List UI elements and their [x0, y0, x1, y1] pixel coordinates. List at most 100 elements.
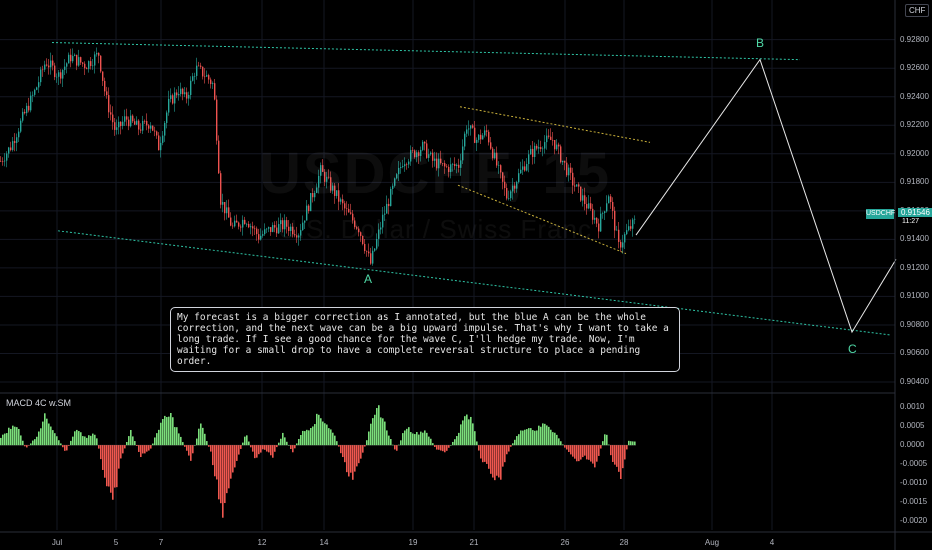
- macd-indicator-label[interactable]: MACD 4C w.SM: [6, 398, 71, 408]
- macd-bar: [158, 429, 160, 446]
- macd-bar: [274, 445, 276, 452]
- macd-bar: [572, 445, 574, 457]
- candle-body: [190, 80, 192, 95]
- candle-body: [204, 76, 206, 78]
- macd-bar: [584, 445, 586, 456]
- macd-bar: [46, 418, 48, 446]
- forecast-note[interactable]: My forecast is a bigger correction as I …: [170, 307, 680, 372]
- macd-bar: [270, 445, 272, 456]
- candle-body: [84, 63, 86, 69]
- macd-bar: [130, 429, 132, 446]
- macd-bar: [520, 430, 522, 446]
- candle-body: [578, 184, 580, 187]
- candle-body: [574, 185, 576, 187]
- candle-body: [564, 160, 566, 163]
- macd-bar: [580, 445, 582, 460]
- candle-body: [268, 227, 270, 229]
- macd-bar: [368, 431, 370, 446]
- macd-bar: [350, 445, 352, 473]
- candle-body: [24, 111, 26, 114]
- candle-body: [376, 239, 378, 249]
- macd-bar: [556, 434, 558, 446]
- candle-body: [240, 226, 242, 228]
- candle-body: [600, 213, 602, 232]
- candle-body: [546, 135, 548, 143]
- macd-bar: [82, 436, 84, 446]
- candle-body: [524, 166, 526, 171]
- macd-bar: [212, 445, 214, 466]
- macd-bar: [380, 417, 382, 446]
- currency-label[interactable]: CHF: [905, 4, 930, 17]
- macd-bar: [50, 426, 52, 446]
- macd-bar: [568, 445, 570, 452]
- macd-bar: [176, 427, 178, 446]
- macd-bar: [492, 445, 494, 478]
- wave-label-b: B: [756, 35, 765, 50]
- candle-body: [166, 112, 168, 123]
- candle-body: [528, 154, 530, 165]
- macd-bar: [54, 433, 56, 446]
- candle-body: [338, 190, 340, 202]
- candle-body: [540, 147, 542, 149]
- macd-bar: [52, 430, 54, 446]
- candle-body: [550, 136, 552, 140]
- macd-bar: [38, 431, 40, 446]
- candle-body: [202, 66, 204, 77]
- price-tick: 0.91000: [900, 291, 929, 301]
- candle-body: [378, 229, 380, 240]
- candle-body: [310, 193, 312, 212]
- candle-body: [542, 148, 544, 150]
- macd-bar: [530, 428, 532, 446]
- macd-bar: [254, 445, 256, 459]
- candle-body: [570, 167, 572, 173]
- candle-body: [282, 220, 284, 230]
- candle-body: [392, 185, 394, 189]
- candle-body: [96, 52, 98, 55]
- macd-bar: [472, 423, 474, 446]
- macd-bar: [186, 445, 188, 451]
- macd-bar: [618, 445, 620, 472]
- macd-bar: [512, 443, 514, 446]
- candle-body: [506, 187, 508, 199]
- macd-bar: [620, 445, 622, 479]
- macd-bar: [190, 445, 192, 461]
- current-price-label: 0.91546: [898, 208, 932, 217]
- candle-body: [188, 94, 190, 99]
- candle-body: [452, 164, 454, 165]
- macd-bar: [320, 418, 322, 446]
- candle-body: [34, 89, 36, 95]
- macd-bar: [180, 436, 182, 446]
- macd-bar: [506, 445, 508, 455]
- candle-body: [102, 71, 104, 81]
- candle-body: [382, 214, 384, 228]
- candle-body: [92, 65, 94, 67]
- macd-tick: -0.0005: [900, 459, 928, 468]
- macd-bar: [524, 429, 526, 446]
- price-tick: 0.92200: [900, 120, 929, 130]
- candle-body: [32, 94, 34, 96]
- macd-bar: [302, 430, 304, 446]
- macd-bar: [230, 445, 232, 479]
- macd-bar: [148, 445, 150, 451]
- candle-body: [480, 134, 482, 140]
- candle-body: [224, 201, 226, 214]
- candle-body: [330, 177, 332, 191]
- macd-bar: [316, 413, 318, 446]
- candle-body: [492, 148, 494, 159]
- macd-bar: [192, 445, 194, 454]
- candle-body: [616, 229, 618, 231]
- candle-body: [312, 193, 314, 198]
- candle-body: [78, 57, 80, 66]
- candle-body: [556, 144, 558, 150]
- candle-body: [548, 135, 550, 137]
- candle-body: [152, 125, 154, 131]
- candle-body: [356, 227, 358, 229]
- candle-body: [462, 146, 464, 161]
- candle-body: [364, 243, 366, 251]
- candle-body: [386, 203, 388, 214]
- candle-body: [144, 120, 146, 122]
- macd-bar: [440, 445, 442, 451]
- candle-body: [352, 213, 354, 221]
- candle-body: [36, 87, 38, 90]
- macd-bar: [152, 443, 154, 446]
